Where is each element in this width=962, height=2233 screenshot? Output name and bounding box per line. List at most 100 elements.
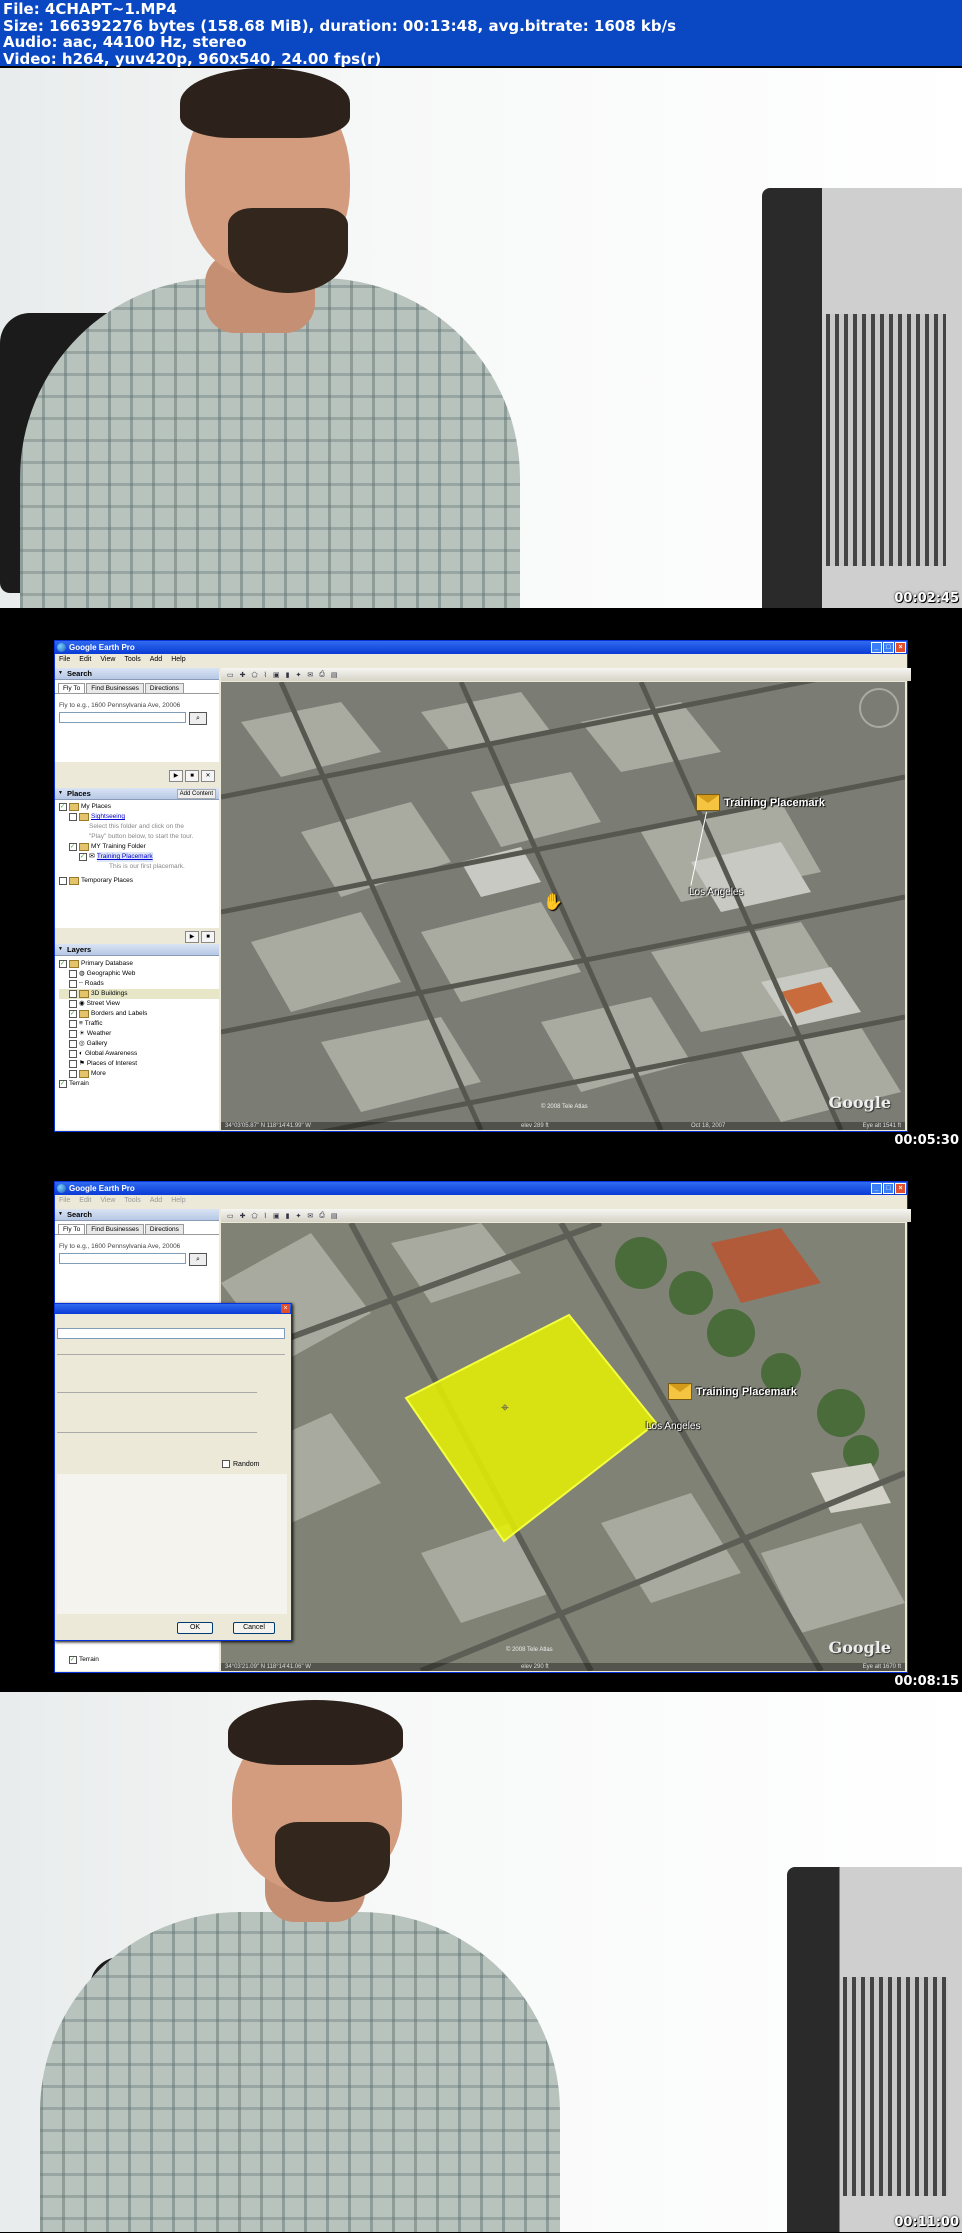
training-placemark-label[interactable]: Training Placemark [696, 794, 825, 811]
places-stop-icon[interactable]: ■ [201, 931, 215, 943]
print-icon[interactable]: ⎙ [319, 671, 325, 679]
placemark-tool-icon[interactable]: ✚ [240, 1212, 246, 1220]
search-panel-header[interactable]: Search [55, 668, 219, 680]
menu-file[interactable]: File [59, 1195, 70, 1207]
placemark-small-icon: ✉ [89, 853, 95, 860]
window-title-bar[interactable]: Google Earth Pro _ □ × [55, 1182, 907, 1195]
tab-directions[interactable]: Directions [144, 1224, 184, 1234]
sky-icon[interactable]: ✦ [296, 1212, 302, 1220]
minimize-icon[interactable]: _ [871, 642, 882, 653]
menu-help[interactable]: Help [171, 1195, 185, 1207]
tab-find-businesses[interactable]: Find Businesses [86, 683, 144, 693]
close-search-icon[interactable]: ✕ [201, 770, 215, 782]
close-icon[interactable]: × [895, 1183, 906, 1194]
random-checkbox[interactable] [222, 1460, 230, 1468]
email-icon[interactable]: ✉ [307, 671, 313, 679]
ruler-icon[interactable]: ▮ [286, 671, 290, 679]
menu-help[interactable]: Help [171, 654, 185, 666]
cancel-button[interactable]: Cancel [233, 1622, 275, 1634]
overlay-tool-icon[interactable]: ▣ [273, 1212, 280, 1220]
layer-places-of-interest[interactable]: ⚑ Places of Interest [59, 1059, 219, 1069]
layer-terrain[interactable]: ✓ Terrain [59, 1079, 219, 1089]
search-button[interactable]: ⌕ [189, 1253, 207, 1266]
navigation-compass-icon[interactable] [859, 688, 899, 728]
maximize-icon[interactable]: □ [883, 1183, 894, 1194]
path-tool-icon[interactable]: ⌇ [264, 671, 267, 679]
menu-edit[interactable]: Edit [79, 654, 91, 666]
tab-find-businesses[interactable]: Find Businesses [86, 1224, 144, 1234]
menu-edit[interactable]: Edit [79, 1195, 91, 1207]
dialog-title-bar[interactable]: × [55, 1304, 291, 1314]
search-panel-header[interactable]: Search [55, 1209, 219, 1221]
email-icon[interactable]: ✉ [307, 1212, 313, 1220]
layers-panel-header[interactable]: Layers [55, 944, 219, 956]
layer-roads[interactable]: ┄ Roads [59, 979, 219, 989]
layer-borders[interactable]: ✓ Borders and Labels [59, 1009, 219, 1019]
road-icon: ┄ [79, 980, 83, 987]
fly-to-input[interactable] [59, 1253, 186, 1264]
layer-traffic[interactable]: ≡ Traffic [59, 1019, 219, 1029]
ruler-icon[interactable]: ▮ [286, 1212, 290, 1220]
menu-file[interactable]: File [59, 654, 70, 666]
dialog-name-field[interactable] [57, 1328, 285, 1339]
tab-fly-to[interactable]: Fly To [58, 1224, 86, 1234]
search-icon: ⌕ [196, 715, 200, 722]
status-eye-alt: Eye alt 1541 ft [862, 1123, 901, 1129]
map-icon[interactable]: ▤ [331, 671, 338, 679]
layer-geographic-web[interactable]: ◍ Geographic Web [59, 969, 219, 979]
places-controls: ▶ ■ [55, 928, 219, 944]
layer-3d-buildings[interactable]: 3D Buildings [59, 989, 219, 999]
layer-gallery[interactable]: ◎ Gallery [59, 1039, 219, 1049]
menu-view[interactable]: View [100, 1195, 115, 1207]
place-temporary[interactable]: Temporary Places [59, 876, 219, 886]
fly-to-input[interactable] [59, 712, 186, 723]
window-title-bar[interactable]: Google Earth Pro _ □ × [55, 641, 907, 654]
search-button[interactable]: ⌕ [189, 712, 207, 725]
move-crosshair-icon[interactable]: ⌖ [501, 1399, 509, 1416]
video-info: Video: h264, yuv420p, 960x540, 24.00 fps… [3, 49, 382, 68]
sky-icon[interactable]: ✦ [296, 671, 302, 679]
layer-terrain[interactable]: ✓ Terrain [69, 1655, 99, 1665]
places-panel-header[interactable]: Places Add Content [55, 788, 219, 800]
play-icon[interactable]: ▶ [169, 770, 183, 782]
layer-street-view[interactable]: ◉ Street View [59, 999, 219, 1009]
menu-add[interactable]: Add [150, 1195, 162, 1207]
close-icon[interactable]: × [895, 642, 906, 653]
place-my-places[interactable]: ✓ My Places [59, 802, 219, 812]
menu-view[interactable]: View [100, 654, 115, 666]
menu-tools[interactable]: Tools [124, 654, 140, 666]
menu-add[interactable]: Add [150, 654, 162, 666]
print-icon[interactable]: ⎙ [319, 1212, 325, 1220]
path-tool-icon[interactable]: ⌇ [264, 1212, 267, 1220]
minimize-icon[interactable]: _ [871, 1183, 882, 1194]
stop-icon[interactable]: ■ [185, 770, 199, 782]
hide-sidebar-icon[interactable]: ▭ [227, 671, 234, 679]
dialog-close-icon[interactable]: × [281, 1304, 290, 1313]
hide-sidebar-icon[interactable]: ▭ [227, 1212, 234, 1220]
polygon-tool-icon[interactable]: ⬠ [252, 671, 258, 679]
ok-button[interactable]: OK [177, 1622, 213, 1634]
tab-directions[interactable]: Directions [144, 683, 184, 693]
training-placemark-label[interactable]: Training Placemark [668, 1383, 797, 1400]
overlay-tool-icon[interactable]: ▣ [273, 671, 280, 679]
place-sightseeing[interactable]: Sightseeing [59, 812, 219, 822]
copyright-text: © 2008 Tele Atlas [506, 1647, 553, 1653]
layer-weather[interactable]: ☀ Weather [59, 1029, 219, 1039]
layer-primary-database[interactable]: ✓ Primary Database [59, 959, 219, 969]
places-play-icon[interactable]: ▶ [185, 931, 199, 943]
menu-tools[interactable]: Tools [124, 1195, 140, 1207]
polygon-tool-icon[interactable]: ⬠ [252, 1212, 258, 1220]
3d-map-view[interactable]: Training Placemark Los Angeles ✋ Google … [221, 682, 905, 1130]
map-icon[interactable]: ▤ [331, 1212, 338, 1220]
layer-more[interactable]: More [59, 1069, 219, 1079]
layer-global-awareness[interactable]: ◐ Global Awareness [59, 1049, 219, 1059]
place-training-folder[interactable]: ✓ MY Training Folder [59, 842, 219, 852]
random-option[interactable]: Random [222, 1460, 259, 1468]
place-training-placemark[interactable]: ✓ ✉ Training Placemark [59, 852, 219, 862]
3d-map-view[interactable]: ⌖ Training Placemark Los Angeles Google … [221, 1223, 905, 1671]
tab-fly-to[interactable]: Fly To [58, 683, 86, 693]
search-tabs: Fly To Find Businesses Directions [55, 680, 219, 693]
add-content-button[interactable]: Add Content [176, 789, 216, 799]
maximize-icon[interactable]: □ [883, 642, 894, 653]
placemark-tool-icon[interactable]: ✚ [240, 671, 246, 679]
